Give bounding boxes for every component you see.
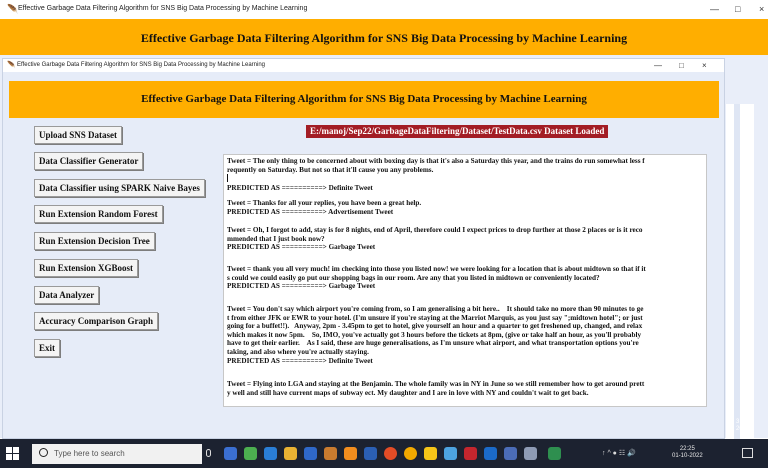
taskbar: Type here to search ↑ ^ ● ☷ 🔊 22:25 01-1… <box>0 439 768 468</box>
taskbar-clock[interactable]: 22:25 01-10-2022 <box>672 446 703 460</box>
tweet-text: Tweet = You don't say which airport you'… <box>227 305 644 356</box>
outer-titlebar: 🪶 Effective Garbage Data Filtering Algor… <box>0 0 768 19</box>
app-icon-4[interactable] <box>404 447 417 460</box>
classifier-generator-button[interactable]: Data Classifier Generator <box>34 152 144 170</box>
exit-button[interactable]: Exit <box>34 339 61 357</box>
search-icon <box>39 448 48 457</box>
app-icon-2[interactable] <box>344 447 357 460</box>
tweet-entry: Tweet = The only thing to be concerned a… <box>227 157 705 192</box>
app-icon-10[interactable] <box>524 447 537 460</box>
app-icon-5[interactable] <box>424 447 437 460</box>
text-cursor <box>227 174 228 183</box>
edge-icon[interactable] <box>264 447 277 460</box>
inner-close-button[interactable]: × <box>702 61 707 70</box>
prediction-output-textarea[interactable]: Tweet = The only thing to be concerned a… <box>223 154 707 407</box>
store-icon[interactable] <box>304 447 317 460</box>
inner-feather-icon: 🪶 <box>7 61 16 69</box>
task-view-icon[interactable] <box>224 447 237 460</box>
tweet-entry: Tweet = You don't say which airport you'… <box>227 305 705 365</box>
app-feather-icon: 🪶 <box>7 4 19 14</box>
app-icon-9[interactable] <box>504 447 517 460</box>
prediction-line: PREDICTED AS ==========> Definite Tweet <box>227 356 373 365</box>
inner-maximize-button[interactable]: □ <box>679 61 684 70</box>
outer-close-button[interactable]: × <box>759 4 764 14</box>
search-placeholder: Type here to search <box>54 449 125 458</box>
outer-app-header: Effective Garbage Data Filtering Algorit… <box>0 19 768 55</box>
prediction-line: PREDICTED AS ==========> Garbage Tweet <box>227 243 376 252</box>
taskbar-search-input[interactable]: Type here to search <box>32 444 202 464</box>
outer-clock-line2: 2022 <box>736 426 750 432</box>
inner-titlebar: 🪶 Effective Garbage Data Filtering Algor… <box>3 59 724 72</box>
inner-app-header: Effective Garbage Data Filtering Algorit… <box>9 81 719 118</box>
outer-app-heading: Effective Garbage Data Filtering Algorit… <box>140 31 628 45</box>
app-icon-6[interactable] <box>444 447 457 460</box>
inner-minimize-button[interactable]: — <box>654 61 662 70</box>
clock-date: 01-10-2022 <box>672 453 703 459</box>
tweet-text: Tweet = Flying into LGA and staying at t… <box>227 380 645 397</box>
dataset-status-label: E:/manoj/Sep22/GarbageDataFiltering/Data… <box>306 125 609 138</box>
outer-clock-line1: 3 <box>736 419 740 425</box>
chrome-icon[interactable] <box>384 447 397 460</box>
decision-tree-button[interactable]: Run Extension Decision Tree <box>34 232 155 250</box>
tweet-text: Tweet = thank you all very much! im chec… <box>227 265 646 282</box>
microphone-icon[interactable] <box>206 449 211 457</box>
data-analyzer-button[interactable]: Data Analyzer <box>34 286 100 304</box>
clock-time: 22:25 <box>679 446 695 452</box>
xgboost-button[interactable]: Run Extension XGBoost <box>34 259 139 277</box>
accuracy-graph-button[interactable]: Accuracy Comparison Graph <box>34 312 158 330</box>
tweet-text: Tweet = Oh, I forgot to add, stay is for… <box>227 226 643 243</box>
outer-clock-fragment: 3 2022 <box>736 419 749 433</box>
prediction-line: PREDICTED AS ==========> Garbage Tweet <box>227 282 376 291</box>
tweet-text: Tweet = The only thing to be concerned a… <box>227 157 645 174</box>
tweet-entry: Tweet = Thanks for all your replies, you… <box>227 199 705 216</box>
file-explorer-icon[interactable] <box>284 447 297 460</box>
outer-scroll-strip[interactable] <box>734 104 740 439</box>
inner-app-heading: Effective Garbage Data Filtering Algorit… <box>141 93 587 105</box>
upload-dataset-button[interactable]: Upload SNS Dataset <box>34 126 123 144</box>
app-icon-7[interactable] <box>464 447 477 460</box>
spark-naive-bayes-button[interactable]: Data Classifier using SPARK Naive Bayes <box>34 179 205 197</box>
prediction-line: PREDICTED AS ==========> Advertisement T… <box>227 207 394 216</box>
windows-start-button[interactable] <box>6 447 20 461</box>
notification-icon[interactable] <box>742 448 753 458</box>
tweet-entry: Tweet = thank you all very much! im chec… <box>227 265 705 291</box>
outer-minimize-button[interactable]: — <box>710 4 719 14</box>
prediction-line: PREDICTED AS ==========> Definite Tweet <box>227 183 373 192</box>
app-icon-11[interactable] <box>548 447 561 460</box>
random-forest-button[interactable]: Run Extension Random Forest <box>34 205 163 223</box>
app-icon-1[interactable] <box>324 447 337 460</box>
system-tray-icons[interactable]: ↑ ^ ● ☷ 🔊 <box>602 449 636 457</box>
app-icon-8[interactable] <box>484 447 497 460</box>
tweet-entry: Tweet = Oh, I forgot to add, stay is for… <box>227 226 705 252</box>
tweet-text: Tweet = Thanks for all your replies, you… <box>227 199 422 207</box>
tweet-entry: Tweet = Flying into LGA and staying at t… <box>227 380 705 397</box>
outer-window-title: Effective Garbage Data Filtering Algorit… <box>18 5 308 12</box>
outer-window-side-panel <box>726 104 754 439</box>
inner-window-title: Effective Garbage Data Filtering Algorit… <box>17 62 266 68</box>
app-icon-3[interactable] <box>364 447 377 460</box>
outer-maximize-button[interactable]: □ <box>735 4 740 14</box>
weather-icon[interactable] <box>244 447 257 460</box>
